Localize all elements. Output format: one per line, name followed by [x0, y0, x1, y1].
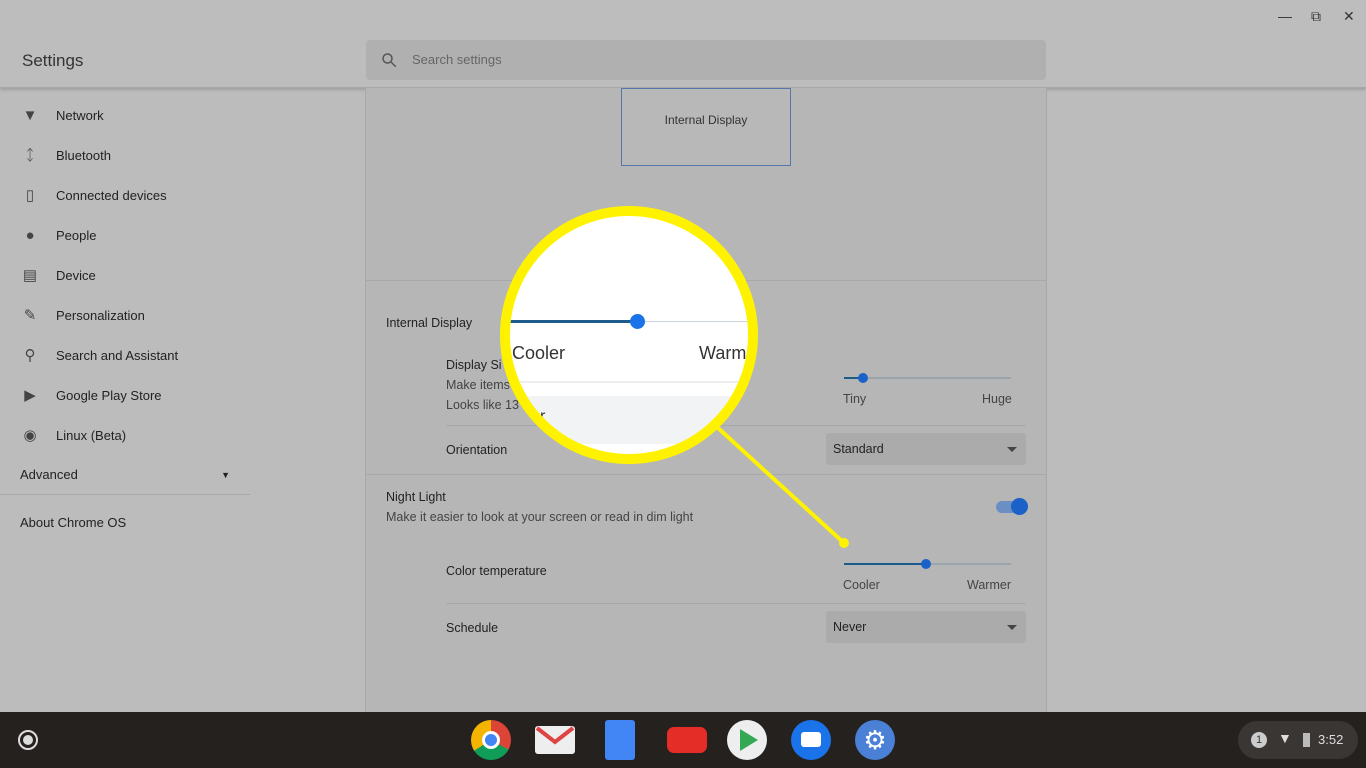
notification-count: 1	[1251, 732, 1267, 748]
gmail-icon[interactable]	[535, 726, 575, 754]
play-store-icon[interactable]	[727, 720, 767, 760]
magnified-cooler: Cooler	[512, 343, 566, 363]
battery-icon	[1303, 733, 1310, 747]
launcher-button[interactable]	[18, 730, 38, 750]
chrome-icon[interactable]	[471, 720, 511, 760]
clock: 3:52	[1318, 732, 1344, 747]
magnified-warmer: Warm	[699, 343, 747, 363]
magnifier-callout: Cooler Warm r	[500, 206, 758, 464]
docs-icon[interactable]	[605, 720, 635, 760]
magnified-fragment: r	[540, 408, 546, 425]
settings-app-icon[interactable]: ⚙	[855, 720, 895, 760]
wifi-icon: ▼	[1278, 730, 1292, 746]
youtube-icon[interactable]	[667, 727, 707, 753]
messages-icon[interactable]	[791, 720, 831, 760]
status-tray[interactable]: 1 ▼ 3:52	[1238, 721, 1358, 759]
